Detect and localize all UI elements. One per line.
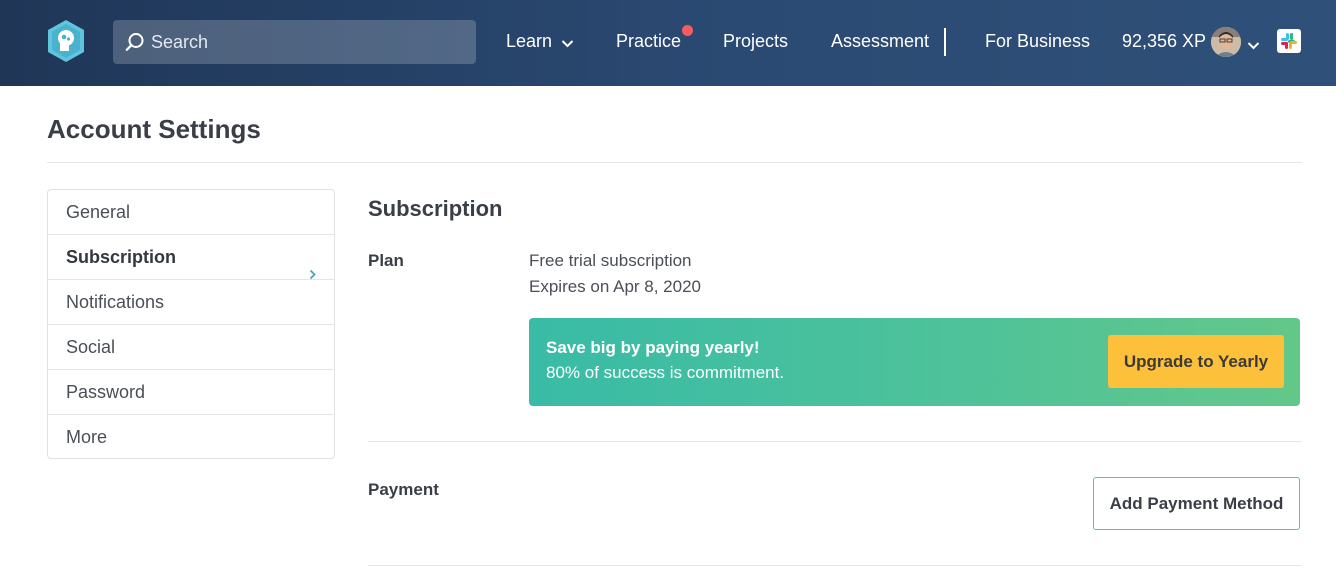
sidebar-item-subscription[interactable]: Subscription [48, 235, 334, 280]
banner-subtitle: 80% of success is commitment. [546, 363, 785, 382]
upgrade-banner: Save big by paying yearly! 80% of succes… [529, 318, 1300, 406]
xp-counter[interactable]: 92,356 XP [1122, 30, 1206, 52]
subscription-title: Subscription [368, 196, 503, 221]
chevron-down-icon [561, 31, 574, 53]
nav-for-business[interactable]: For Business [985, 30, 1090, 52]
sidebar-item-notifications[interactable]: Notifications [48, 280, 334, 325]
page-divider [47, 162, 1302, 163]
nav-projects[interactable]: Projects [723, 30, 788, 52]
banner-title: Save big by paying yearly! [546, 338, 760, 357]
plan-name: Free trial subscription [529, 251, 692, 270]
section-divider [368, 441, 1301, 442]
plan-label: Plan [368, 251, 404, 270]
notification-dot-icon [682, 25, 693, 36]
nav-learn[interactable]: Learn [506, 30, 574, 53]
nav-learn-label: Learn [506, 31, 553, 51]
sidebar-item-more[interactable]: More [48, 415, 334, 460]
top-navigation-bar: Learn Practice Projects Assessment For B… [0, 0, 1336, 86]
chevron-right-icon [309, 252, 316, 280]
search-input[interactable] [151, 20, 466, 64]
sidebar-item-social[interactable]: Social [48, 325, 334, 370]
chevron-down-icon[interactable] [1247, 37, 1260, 50]
search-icon [125, 32, 145, 52]
nav-assessment[interactable]: Assessment [831, 30, 929, 52]
payment-label: Payment [368, 480, 439, 499]
search-box[interactable] [113, 20, 476, 64]
user-avatar[interactable] [1211, 27, 1241, 57]
nav-divider [944, 28, 946, 56]
page-title: Account Settings [47, 114, 261, 144]
nav-practice[interactable]: Practice [616, 30, 681, 52]
section-divider [368, 565, 1301, 566]
add-payment-method-button[interactable]: Add Payment Method [1093, 477, 1300, 530]
slack-icon[interactable] [1277, 29, 1301, 53]
treehouse-logo-icon[interactable] [46, 19, 86, 63]
settings-sidebar: General Subscription Notifications Socia… [47, 189, 335, 459]
sidebar-item-general[interactable]: General [48, 190, 334, 235]
upgrade-to-yearly-button[interactable]: Upgrade to Yearly [1108, 335, 1284, 388]
plan-expiry: Expires on Apr 8, 2020 [529, 277, 702, 296]
sidebar-item-label: Subscription [66, 247, 177, 267]
sidebar-item-password[interactable]: Password [48, 370, 334, 415]
